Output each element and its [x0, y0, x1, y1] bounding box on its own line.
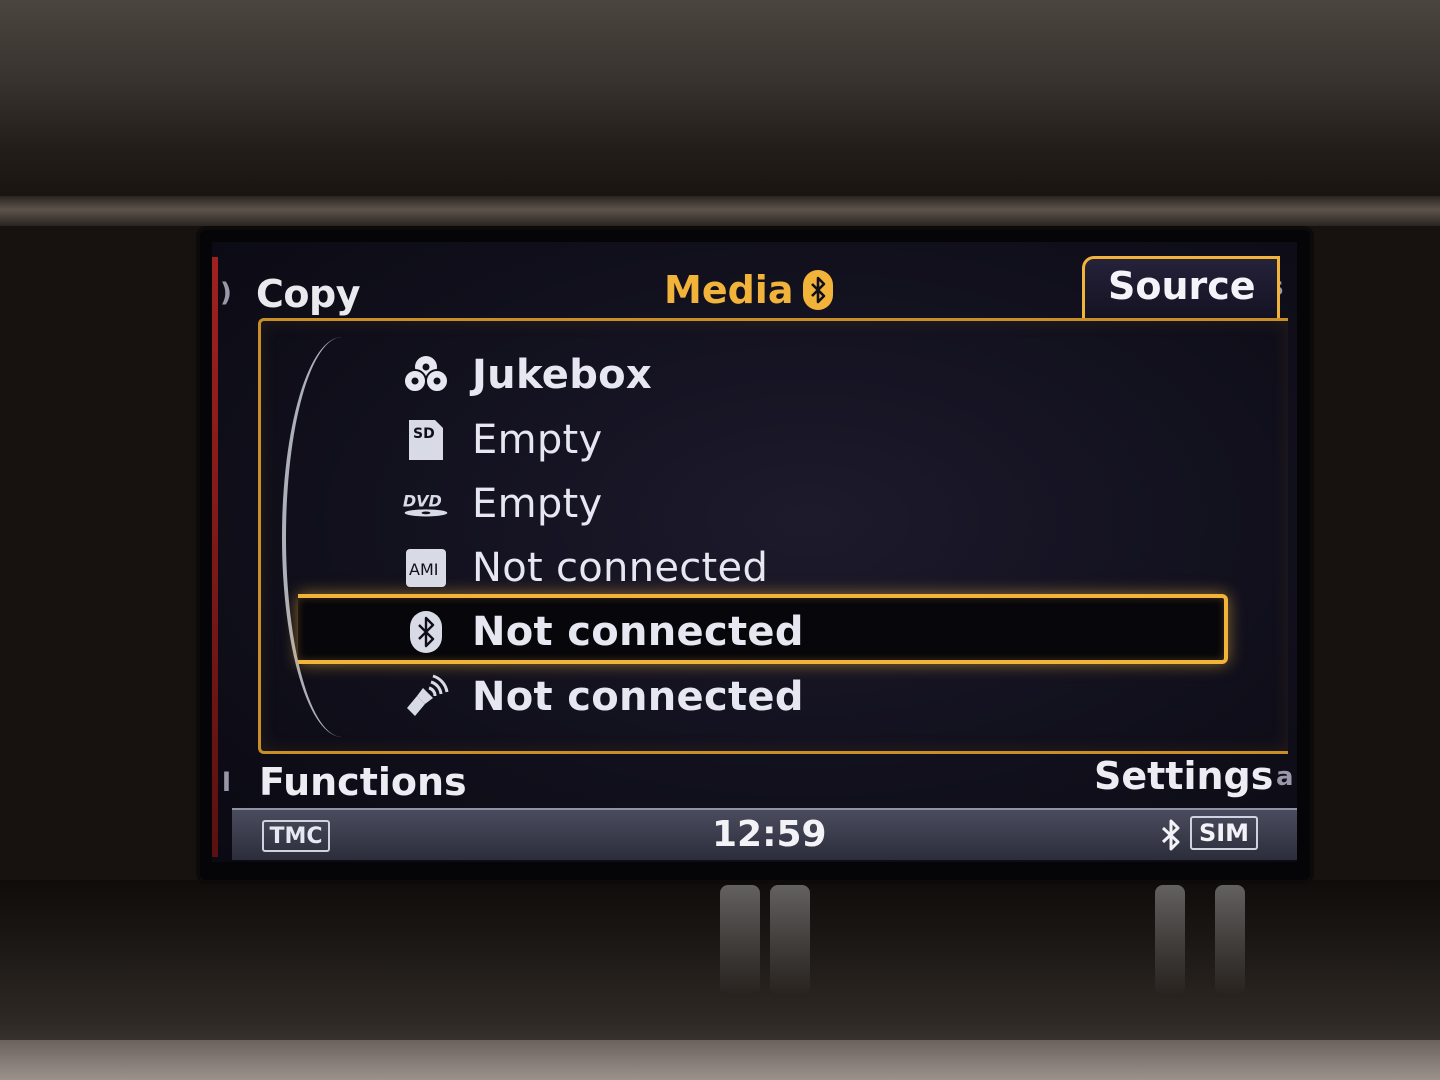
list-item-label: Not connected	[472, 674, 804, 720]
clock: 12:59	[712, 814, 827, 855]
bluetooth-icon	[402, 608, 450, 656]
list-item-label: Not connected	[472, 545, 769, 591]
mmi-screen: ) s l a Copy Media Source Jukebox	[212, 242, 1297, 862]
list-item-dvd[interactable]: DVD Empty	[402, 474, 1222, 534]
dashboard-bottom-trim	[0, 1040, 1440, 1080]
list-item-aux[interactable]: Not connected	[402, 667, 1222, 727]
list-item-sd[interactable]: SD Empty	[402, 410, 1222, 470]
svg-text:DVD: DVD	[403, 492, 442, 511]
page-title-text: Media	[664, 268, 794, 312]
left-edge-glyph: l	[222, 768, 231, 798]
copy-softkey[interactable]: Copy	[256, 272, 360, 316]
screen-reflection	[770, 885, 810, 995]
list-item-ami[interactable]: AMI Not connected	[402, 538, 1222, 598]
ami-icon: AMI	[402, 544, 450, 592]
page-title: Media	[664, 268, 834, 312]
screen-reflection	[720, 885, 760, 995]
jukebox-icon	[402, 351, 450, 399]
left-edge-glyph: )	[220, 278, 232, 308]
list-item-jukebox[interactable]: Jukebox	[402, 345, 1222, 405]
svg-text:AMI: AMI	[409, 560, 438, 579]
aux-audio-icon	[402, 673, 450, 721]
list-item-bluetooth[interactable]: Not connected	[402, 602, 1222, 662]
bluetooth-icon	[1160, 818, 1182, 852]
sd-card-icon: SD	[402, 416, 450, 464]
tmc-indicator: TMC	[262, 820, 330, 852]
svg-text:SD: SD	[413, 426, 435, 442]
dvd-icon: DVD	[402, 480, 450, 528]
list-item-label: Not connected	[472, 609, 804, 655]
settings-softkey[interactable]: Settings	[1094, 754, 1273, 798]
screen-reflection	[1215, 885, 1245, 995]
rotary-arc	[282, 337, 402, 737]
screen-reflection	[1155, 885, 1185, 995]
functions-softkey[interactable]: Functions	[259, 760, 467, 804]
dashboard-trim	[0, 196, 1440, 226]
right-edge-glyph: a	[1276, 762, 1294, 792]
sim-indicator: SIM	[1190, 816, 1258, 850]
screen-edge	[212, 257, 218, 857]
status-bar: TMC 12:59 SIM	[232, 808, 1297, 860]
dashboard-top	[0, 0, 1440, 215]
list-item-label: Jukebox	[472, 352, 653, 398]
list-item-label: Empty	[472, 417, 603, 463]
tab-source-label: Source	[1108, 264, 1256, 308]
list-item-label: Empty	[472, 481, 603, 527]
bluetooth-icon	[803, 270, 834, 310]
